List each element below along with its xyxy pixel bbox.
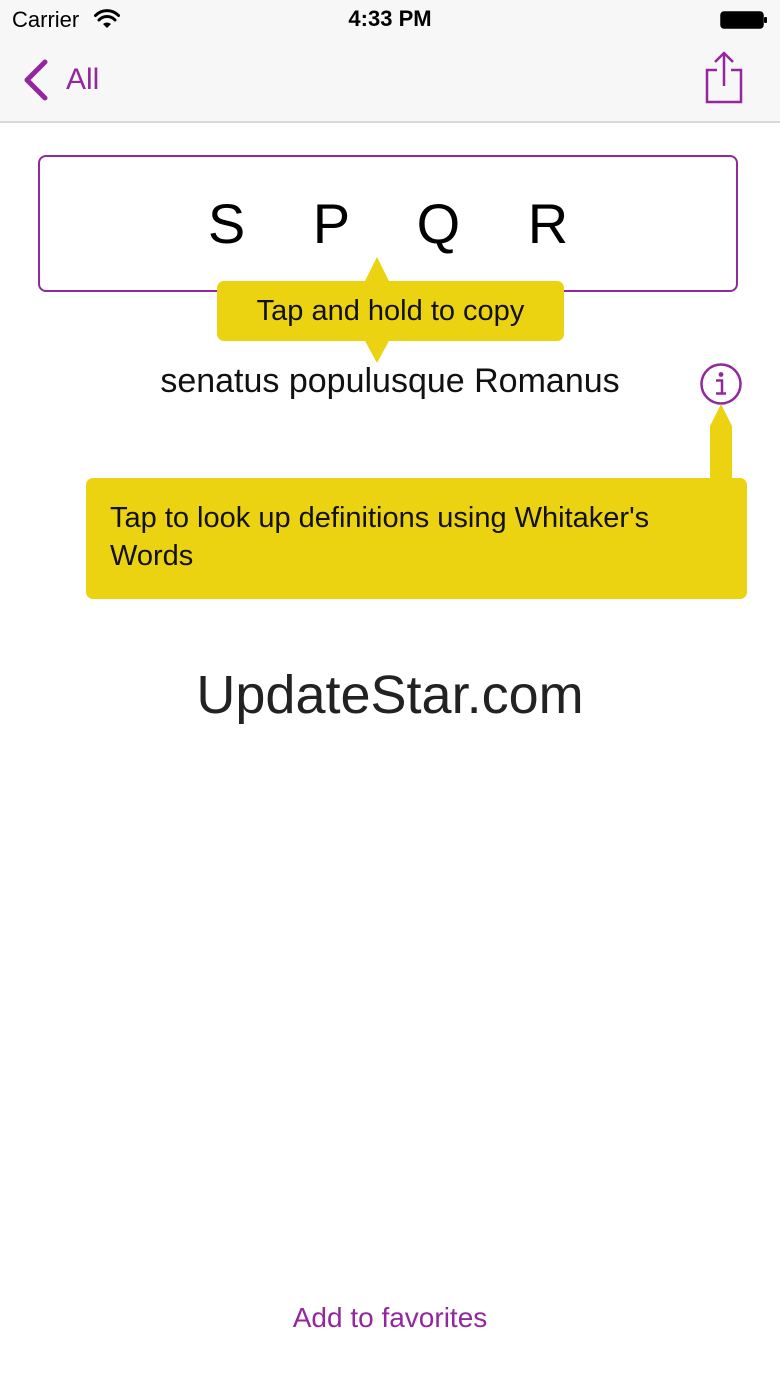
status-bar: Carrier 4:33 PM bbox=[0, 0, 780, 40]
abbreviation-text: S P Q R bbox=[207, 192, 595, 255]
chevron-left-icon bbox=[24, 59, 48, 101]
battery-icon bbox=[720, 11, 767, 29]
expansion-text[interactable]: senatus populusque Romanus bbox=[0, 362, 780, 401]
copy-tooltip: Tap and hold to copy bbox=[217, 257, 564, 363]
tooltip-pointer bbox=[710, 404, 732, 426]
add-to-favorites-button[interactable]: Add to favorites bbox=[0, 1302, 780, 1334]
status-time: 4:33 PM bbox=[348, 6, 432, 31]
tooltip-arrow-down bbox=[365, 341, 389, 363]
lookup-tooltip-text: Tap to look up definitions using Whitake… bbox=[110, 502, 650, 572]
back-button[interactable]: All bbox=[20, 56, 99, 104]
navigation-bar: All bbox=[0, 40, 780, 123]
share-icon[interactable] bbox=[704, 50, 744, 106]
info-icon[interactable] bbox=[699, 362, 743, 406]
lookup-tooltip: Tap to look up definitions using Whitake… bbox=[86, 404, 747, 599]
tooltip-stem bbox=[710, 426, 732, 480]
copy-tooltip-text: Tap and hold to copy bbox=[256, 294, 525, 327]
back-button-label: All bbox=[66, 63, 100, 96]
watermark-text: UpdateStar.com bbox=[196, 665, 584, 725]
tooltip-arrow-up bbox=[365, 257, 389, 281]
